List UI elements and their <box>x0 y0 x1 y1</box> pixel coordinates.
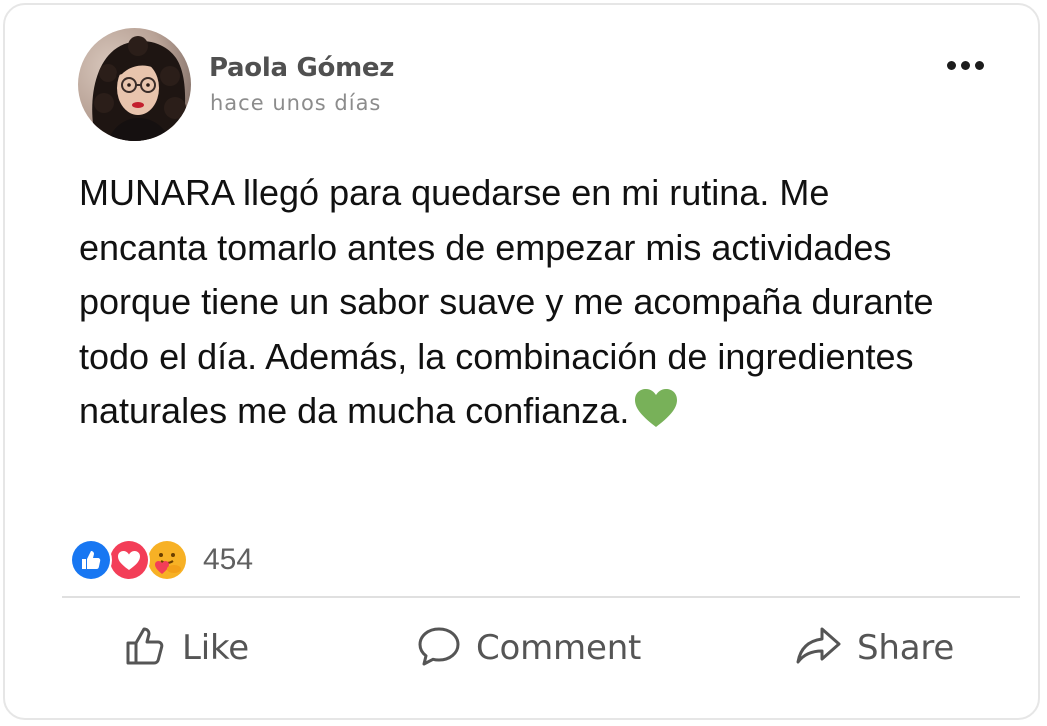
love-reaction-icon <box>107 538 151 582</box>
like-label: Like <box>182 628 249 668</box>
share-label: Share <box>857 628 955 668</box>
post-timestamp[interactable]: hace unos días <box>210 91 381 115</box>
share-button[interactable]: Share <box>795 620 954 676</box>
reaction-count[interactable]: 454 <box>203 543 253 577</box>
share-arrow-icon <box>795 624 843 673</box>
comment-button[interactable]: Comment <box>416 620 641 676</box>
more-options-button[interactable] <box>940 50 990 80</box>
thumbs-up-icon <box>124 624 168 673</box>
care-reaction-icon <box>145 538 189 582</box>
like-button[interactable]: Like <box>124 620 249 676</box>
like-reaction-icon <box>69 538 113 582</box>
post-body: MUNARA llegó para quedarse en mi rutina.… <box>79 166 959 445</box>
green-heart-icon <box>633 387 679 445</box>
comment-bubble-icon <box>416 624 462 673</box>
avatar-image <box>78 28 191 141</box>
more-dot <box>960 60 970 70</box>
author-name[interactable]: Paola Gómez <box>209 53 394 83</box>
comment-label: Comment <box>476 628 642 668</box>
post-text: MUNARA llegó para quedarse en mi rutina.… <box>79 172 934 431</box>
more-dot <box>946 60 956 70</box>
avatar[interactable] <box>78 28 191 141</box>
more-dot <box>974 60 984 70</box>
divider <box>62 596 1020 598</box>
